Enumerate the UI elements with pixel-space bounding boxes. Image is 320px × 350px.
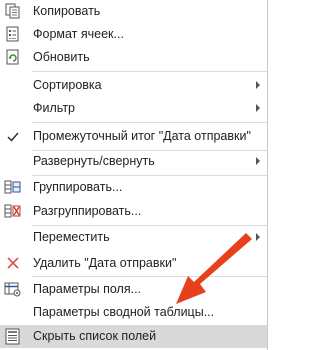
menu-separator: [32, 122, 267, 123]
menu-item-label: Скрыть список полей: [33, 329, 157, 343]
menu-item-move[interactable]: Переместить: [0, 226, 267, 249]
menu-item-label: Сортировка: [33, 78, 102, 92]
menu-item-pivot-options[interactable]: Параметры сводной таблицы...: [0, 301, 267, 324]
menu-item-filter[interactable]: Фильтр: [0, 97, 267, 120]
menu-item-label: Параметры поля...: [33, 282, 142, 296]
menu-item-label: Группировать...: [33, 180, 123, 194]
menu-item-label: Копировать: [33, 4, 101, 18]
menu-item-subtotal[interactable]: Промежуточный итог "Дата отправки": [0, 125, 267, 148]
submenu-arrow-icon: [256, 104, 260, 112]
menu-item-sort[interactable]: Сортировка: [0, 74, 267, 97]
menu-item-field-settings[interactable]: Параметры поля...: [0, 278, 267, 301]
menu-item-label: Формат ячеек...: [33, 27, 124, 41]
copy-icon: [4, 3, 22, 20]
menu-item-refresh[interactable]: Обновить: [0, 46, 267, 69]
menu-item-label: Промежуточный итог "Дата отправки": [33, 129, 251, 143]
menu-item-label: Разгруппировать...: [33, 204, 142, 218]
group-icon: [4, 179, 22, 196]
menu-item-group[interactable]: Группировать...: [0, 176, 267, 199]
submenu-arrow-icon: [256, 233, 260, 241]
refresh-icon: [4, 49, 22, 66]
checkmark-icon: [4, 128, 22, 145]
menu-item-label: Параметры сводной таблицы...: [33, 305, 215, 319]
menu-item-label: Переместить: [33, 230, 110, 244]
menu-item-label: Фильтр: [33, 101, 75, 115]
submenu-arrow-icon: [256, 157, 260, 165]
context-menu: Копировать Формат ячеек... Обновить Сорт…: [0, 0, 268, 350]
submenu-arrow-icon: [256, 81, 260, 89]
ungroup-icon: [4, 203, 22, 220]
menu-item-ungroup[interactable]: Разгруппировать...: [0, 200, 267, 223]
delete-x-icon: [4, 255, 22, 272]
menu-item-delete[interactable]: Удалить "Дата отправки": [0, 252, 267, 275]
menu-item-hide-field-list[interactable]: Скрыть список полей: [0, 325, 267, 348]
menu-item-label: Обновить: [33, 50, 90, 64]
format-cells-icon: [4, 26, 22, 43]
field-settings-icon: [4, 281, 22, 298]
menu-separator: [32, 276, 267, 277]
menu-item-format-cells[interactable]: Формат ячеек...: [0, 23, 267, 46]
menu-item-copy[interactable]: Копировать: [0, 0, 267, 23]
field-list-icon: [4, 328, 22, 345]
menu-item-label: Развернуть/свернуть: [33, 154, 155, 168]
menu-item-expand-collapse[interactable]: Развернуть/свернуть: [0, 150, 267, 173]
menu-separator: [32, 71, 267, 72]
menu-item-label: Удалить "Дата отправки": [33, 256, 177, 270]
